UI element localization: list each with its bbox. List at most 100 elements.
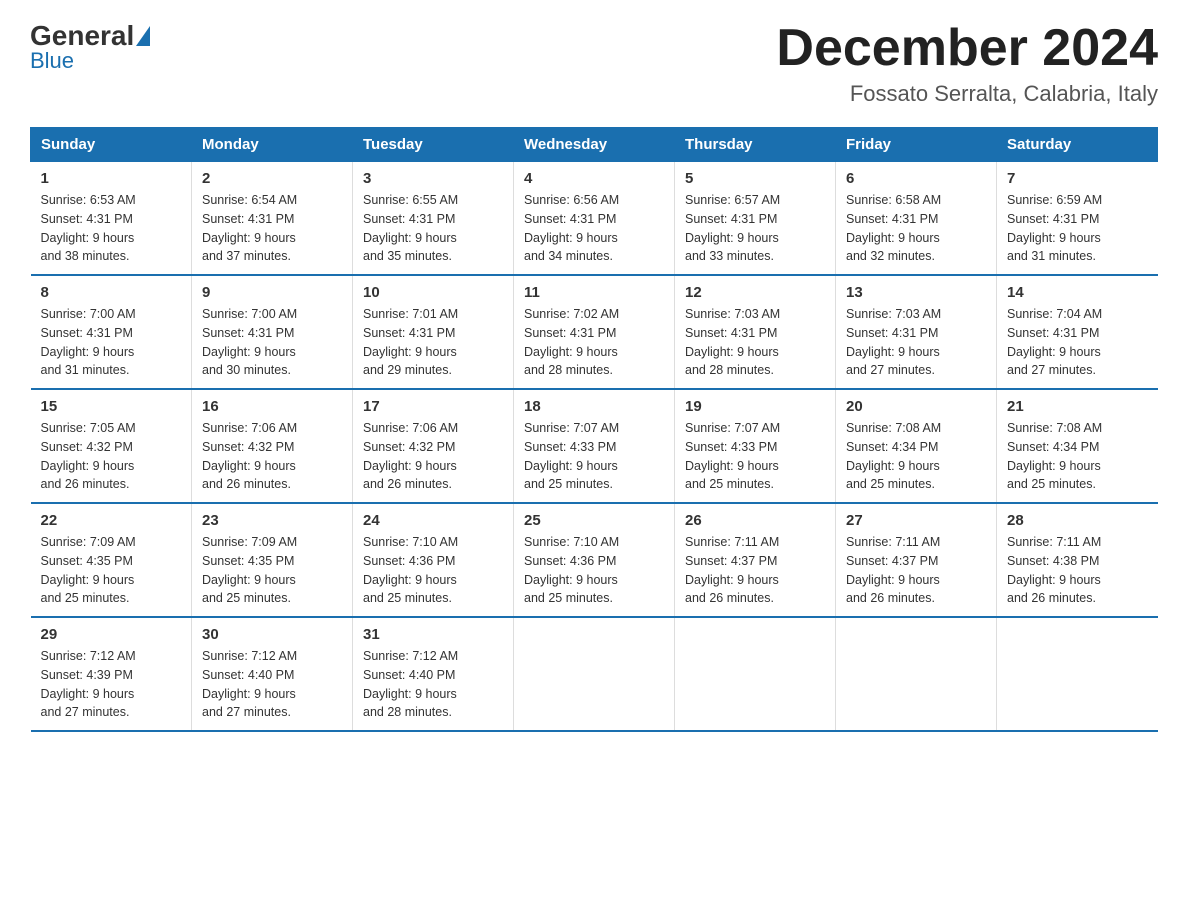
day-info: Sunrise: 7:09 AMSunset: 4:35 PMDaylight:… <box>41 533 182 608</box>
day-number: 31 <box>363 626 503 643</box>
logo: General Blue <box>30 20 152 74</box>
day-info: Sunrise: 6:53 AMSunset: 4:31 PMDaylight:… <box>41 191 182 266</box>
day-number: 11 <box>524 284 664 301</box>
calendar-week-row: 22 Sunrise: 7:09 AMSunset: 4:35 PMDayligh… <box>31 503 1158 617</box>
day-number: 16 <box>202 398 342 415</box>
calendar-day-cell: 16 Sunrise: 7:06 AMSunset: 4:32 PMDayligh… <box>192 389 353 503</box>
calendar-day-cell: 8Sunrise: 7:00 AMSunset: 4:31 PMDaylight… <box>31 275 192 389</box>
day-info: Sunrise: 7:07 AMSunset: 4:33 PMDaylight:… <box>685 419 825 494</box>
day-number: 24 <box>363 512 503 529</box>
day-number: 28 <box>1007 512 1148 529</box>
calendar-day-cell: 30Sunrise: 7:12 AMSunset: 4:40 PMDayligh… <box>192 617 353 731</box>
day-info: Sunrise: 7:12 AMSunset: 4:39 PMDaylight:… <box>41 647 182 722</box>
logo-blue-text: Blue <box>30 48 74 74</box>
day-info: Sunrise: 6:59 AMSunset: 4:31 PMDaylight:… <box>1007 191 1148 266</box>
day-number: 13 <box>846 284 986 301</box>
day-info: Sunrise: 7:07 AMSunset: 4:33 PMDaylight:… <box>524 419 664 494</box>
calendar-day-cell: 17 Sunrise: 7:06 AMSunset: 4:32 PMDayligh… <box>353 389 514 503</box>
calendar-day-cell: 5 Sunrise: 6:57 AMSunset: 4:31 PMDaylight… <box>675 162 836 276</box>
calendar-day-cell <box>997 617 1158 731</box>
day-info: Sunrise: 7:03 AMSunset: 4:31 PMDaylight:… <box>846 305 986 380</box>
day-info: Sunrise: 6:54 AMSunset: 4:31 PMDaylight:… <box>202 191 342 266</box>
day-info: Sunrise: 7:08 AMSunset: 4:34 PMDaylight:… <box>1007 419 1148 494</box>
day-number: 25 <box>524 512 664 529</box>
day-number: 27 <box>846 512 986 529</box>
calendar-day-cell: 14Sunrise: 7:04 AMSunset: 4:31 PMDayligh… <box>997 275 1158 389</box>
calendar-day-cell: 27 Sunrise: 7:11 AMSunset: 4:37 PMDayligh… <box>836 503 997 617</box>
calendar-day-cell: 18 Sunrise: 7:07 AMSunset: 4:33 PMDayligh… <box>514 389 675 503</box>
day-number: 26 <box>685 512 825 529</box>
day-info: Sunrise: 7:00 AMSunset: 4:31 PMDaylight:… <box>41 305 182 380</box>
day-number: 17 <box>363 398 503 415</box>
day-number: 22 <box>41 512 182 529</box>
calendar-day-cell: 4Sunrise: 6:56 AMSunset: 4:31 PMDaylight… <box>514 162 675 276</box>
calendar-day-cell: 19 Sunrise: 7:07 AMSunset: 4:33 PMDayligh… <box>675 389 836 503</box>
day-info: Sunrise: 7:11 AMSunset: 4:37 PMDaylight:… <box>846 533 986 608</box>
day-info: Sunrise: 7:00 AMSunset: 4:31 PMDaylight:… <box>202 305 342 380</box>
day-header-friday: Friday <box>836 128 997 162</box>
day-number: 19 <box>685 398 825 415</box>
day-header-monday: Monday <box>192 128 353 162</box>
day-info: Sunrise: 7:09 AMSunset: 4:35 PMDaylight:… <box>202 533 342 608</box>
calendar-day-cell: 21 Sunrise: 7:08 AMSunset: 4:34 PMDayligh… <box>997 389 1158 503</box>
calendar-day-cell: 23 Sunrise: 7:09 AMSunset: 4:35 PMDayligh… <box>192 503 353 617</box>
calendar-table: SundayMondayTuesdayWednesdayThursdayFrid… <box>30 127 1158 732</box>
calendar-week-row: 15 Sunrise: 7:05 AMSunset: 4:32 PMDayligh… <box>31 389 1158 503</box>
day-header-thursday: Thursday <box>675 128 836 162</box>
calendar-day-cell: 11 Sunrise: 7:02 AMSunset: 4:31 PMDayligh… <box>514 275 675 389</box>
location-title: Fossato Serralta, Calabria, Italy <box>776 81 1158 107</box>
calendar-day-cell: 15 Sunrise: 7:05 AMSunset: 4:32 PMDayligh… <box>31 389 192 503</box>
day-number: 2 <box>202 170 342 187</box>
day-number: 20 <box>846 398 986 415</box>
calendar-day-cell: 29 Sunrise: 7:12 AMSunset: 4:39 PMDayligh… <box>31 617 192 731</box>
day-info: Sunrise: 7:08 AMSunset: 4:34 PMDaylight:… <box>846 419 986 494</box>
day-number: 23 <box>202 512 342 529</box>
logo-triangle-icon <box>136 26 150 46</box>
day-info: Sunrise: 7:05 AMSunset: 4:32 PMDaylight:… <box>41 419 182 494</box>
calendar-day-cell: 10Sunrise: 7:01 AMSunset: 4:31 PMDayligh… <box>353 275 514 389</box>
calendar-week-row: 8Sunrise: 7:00 AMSunset: 4:31 PMDaylight… <box>31 275 1158 389</box>
calendar-day-cell: 24 Sunrise: 7:10 AMSunset: 4:36 PMDayligh… <box>353 503 514 617</box>
calendar-day-cell: 12 Sunrise: 7:03 AMSunset: 4:31 PMDayligh… <box>675 275 836 389</box>
day-number: 1 <box>41 170 182 187</box>
day-header-sunday: Sunday <box>31 128 192 162</box>
day-number: 7 <box>1007 170 1148 187</box>
day-info: Sunrise: 7:03 AMSunset: 4:31 PMDaylight:… <box>685 305 825 380</box>
day-info: Sunrise: 6:57 AMSunset: 4:31 PMDaylight:… <box>685 191 825 266</box>
day-number: 4 <box>524 170 664 187</box>
days-header-row: SundayMondayTuesdayWednesdayThursdayFrid… <box>31 128 1158 162</box>
day-number: 29 <box>41 626 182 643</box>
day-number: 5 <box>685 170 825 187</box>
day-header-tuesday: Tuesday <box>353 128 514 162</box>
calendar-day-cell <box>836 617 997 731</box>
day-header-saturday: Saturday <box>997 128 1158 162</box>
day-number: 18 <box>524 398 664 415</box>
calendar-week-row: 1 Sunrise: 6:53 AMSunset: 4:31 PMDaylight… <box>31 162 1158 276</box>
calendar-day-cell: 2 Sunrise: 6:54 AMSunset: 4:31 PMDaylight… <box>192 162 353 276</box>
day-info: Sunrise: 6:58 AMSunset: 4:31 PMDaylight:… <box>846 191 986 266</box>
day-info: Sunrise: 7:10 AMSunset: 4:36 PMDaylight:… <box>524 533 664 608</box>
day-info: Sunrise: 7:10 AMSunset: 4:36 PMDaylight:… <box>363 533 503 608</box>
day-info: Sunrise: 7:02 AMSunset: 4:31 PMDaylight:… <box>524 305 664 380</box>
day-number: 3 <box>363 170 503 187</box>
day-info: Sunrise: 7:04 AMSunset: 4:31 PMDaylight:… <box>1007 305 1148 380</box>
day-info: Sunrise: 7:06 AMSunset: 4:32 PMDaylight:… <box>363 419 503 494</box>
calendar-day-cell: 7 Sunrise: 6:59 AMSunset: 4:31 PMDaylight… <box>997 162 1158 276</box>
day-number: 12 <box>685 284 825 301</box>
day-number: 10 <box>363 284 503 301</box>
day-number: 9 <box>202 284 342 301</box>
page-header: General Blue December 2024 Fossato Serra… <box>30 20 1158 107</box>
calendar-day-cell: 28 Sunrise: 7:11 AMSunset: 4:38 PMDayligh… <box>997 503 1158 617</box>
calendar-day-cell: 31 Sunrise: 7:12 AMSunset: 4:40 PMDayligh… <box>353 617 514 731</box>
calendar-day-cell: 6 Sunrise: 6:58 AMSunset: 4:31 PMDaylight… <box>836 162 997 276</box>
day-number: 15 <box>41 398 182 415</box>
day-number: 21 <box>1007 398 1148 415</box>
calendar-day-cell <box>675 617 836 731</box>
day-number: 6 <box>846 170 986 187</box>
calendar-day-cell: 20 Sunrise: 7:08 AMSunset: 4:34 PMDayligh… <box>836 389 997 503</box>
day-info: Sunrise: 7:12 AMSunset: 4:40 PMDaylight:… <box>363 647 503 722</box>
day-info: Sunrise: 7:06 AMSunset: 4:32 PMDaylight:… <box>202 419 342 494</box>
day-info: Sunrise: 7:11 AMSunset: 4:38 PMDaylight:… <box>1007 533 1148 608</box>
calendar-day-cell: 26Sunrise: 7:11 AMSunset: 4:37 PMDayligh… <box>675 503 836 617</box>
calendar-day-cell: 22 Sunrise: 7:09 AMSunset: 4:35 PMDayligh… <box>31 503 192 617</box>
